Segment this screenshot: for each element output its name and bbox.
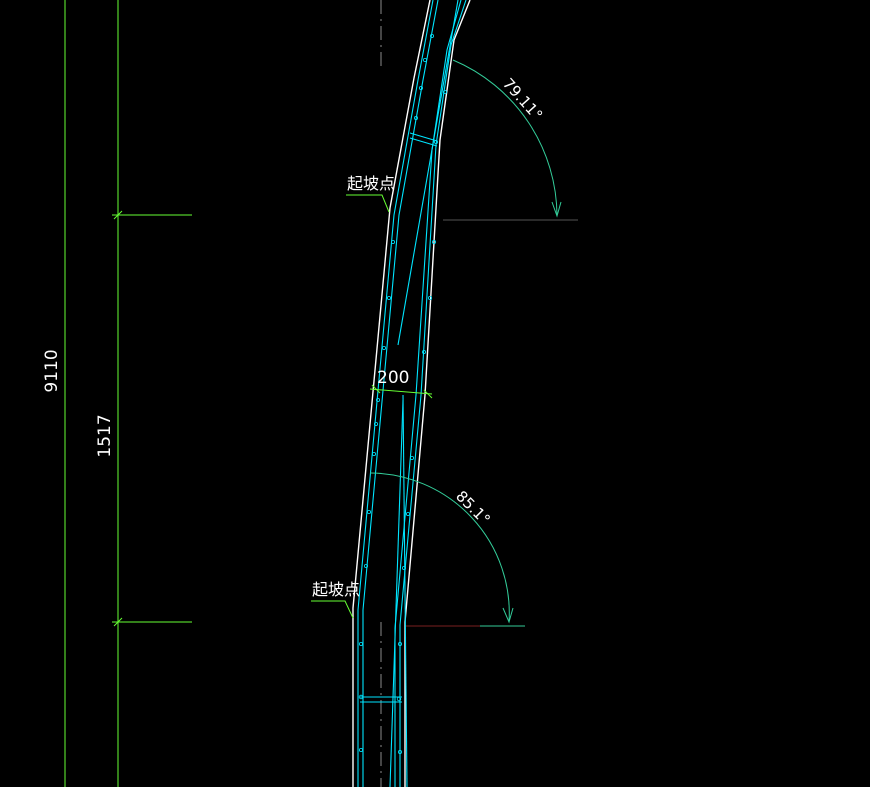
rebar-right-outer xyxy=(399,0,467,787)
wall-outer-left-edge xyxy=(352,0,431,787)
thickness-dim-line xyxy=(369,388,433,395)
lower-slope-start-label: 起坡点 xyxy=(312,580,360,599)
upper-slope-start-label: 起坡点 xyxy=(347,174,395,193)
lower-angle-arrow xyxy=(502,607,514,624)
upper-angle-label: 79.11° xyxy=(499,75,546,125)
upper-slope-leader xyxy=(346,194,390,213)
rebar-tie-upper-b xyxy=(409,132,438,142)
slope-leaders xyxy=(311,194,390,619)
segment-height-label: 1517 xyxy=(95,414,115,457)
lower-slope-leader xyxy=(311,600,354,619)
diagonal-rebar-lower xyxy=(389,399,404,787)
rebar-lines xyxy=(357,0,467,787)
wall-thickness-label: 200 xyxy=(377,368,409,388)
lower-angle-arc xyxy=(369,472,510,623)
dimension-lines xyxy=(64,0,192,787)
lower-angle-label: 85.1° xyxy=(452,487,494,529)
cad-drawing-canvas: 9110 1517 200 起坡点 起坡点 79.11° 85.1° xyxy=(42,0,578,787)
total-height-label: 9110 xyxy=(42,349,62,392)
